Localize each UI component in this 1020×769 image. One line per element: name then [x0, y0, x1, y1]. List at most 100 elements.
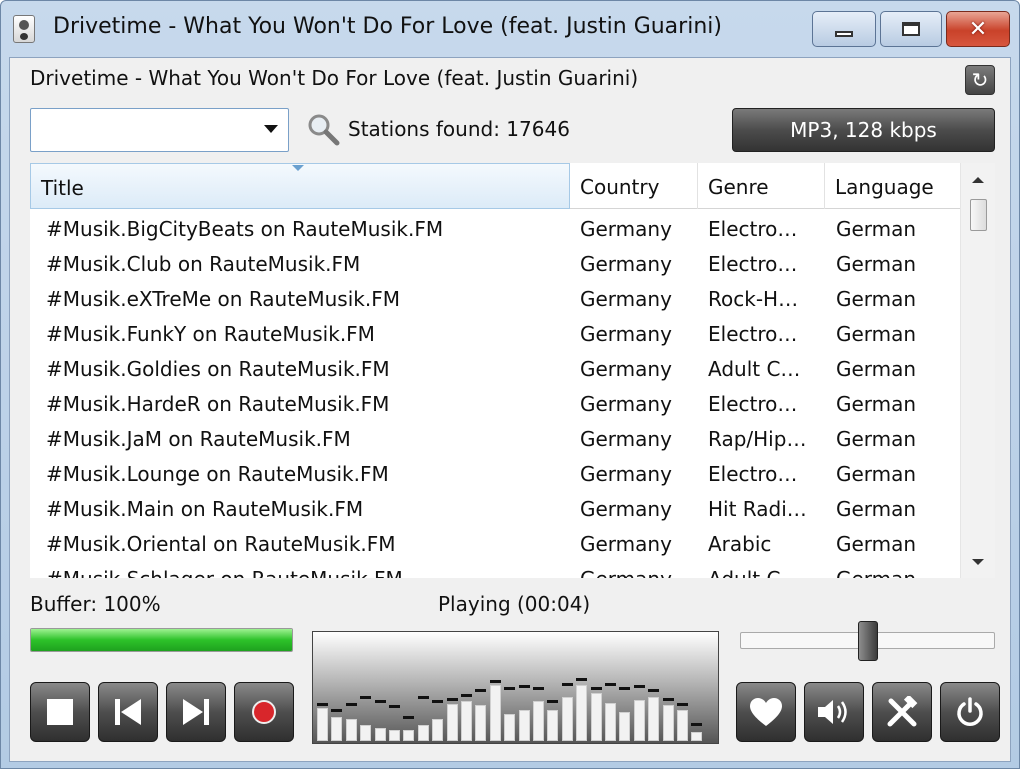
cell-language: German [836, 392, 917, 416]
scroll-down-icon[interactable] [972, 559, 984, 565]
station-row[interactable]: #Musik.Club on RauteMusik.FM Germany Elect… [30, 248, 960, 283]
cell-title: #Musik.Schlager on RauteMusik.FM [46, 567, 566, 578]
cell-genre: Adult C… [708, 567, 818, 578]
cell-genre: Adult C… [708, 357, 801, 381]
spectrum-peak [677, 703, 688, 706]
spectrum-peak [518, 685, 530, 688]
cell-title: #Musik.FunkY on RauteMusik.FM [46, 322, 375, 346]
next-icon [183, 699, 209, 725]
spectrum-bar [360, 725, 372, 741]
list-header: Title Country Genre Language [30, 163, 960, 209]
buffer-label: Buffer: 100% [30, 592, 161, 616]
tools-icon [887, 696, 918, 727]
previous-button[interactable] [98, 682, 158, 742]
spectrum-peak [489, 680, 501, 683]
spectrum-bar [590, 693, 602, 741]
spectrum-bar [432, 719, 444, 741]
cell-country: Germany [580, 357, 672, 381]
spectrum-peak [331, 709, 343, 712]
cell-country: Germany [580, 322, 672, 346]
spectrum-peak [691, 723, 703, 726]
buffer-progress-fill [31, 629, 292, 651]
settings-button[interactable] [872, 682, 932, 742]
stations-found-label: Stations found: 17646 [348, 117, 570, 141]
spectrum-peak [432, 700, 444, 703]
cell-title: #Musik.Club on RauteMusik.FM [46, 252, 361, 276]
station-row[interactable]: #Musik.Main on RauteMusik.FM Germany Hit R… [30, 493, 960, 528]
stop-button[interactable] [30, 682, 90, 742]
cell-country: Germany [580, 392, 672, 416]
refresh-button[interactable]: ↻ [965, 65, 995, 95]
cell-country: Germany [580, 532, 672, 556]
cell-country: Germany [580, 497, 672, 521]
cell-language: German [836, 357, 917, 381]
close-button[interactable]: ✕ [946, 11, 1010, 47]
cell-genre: Arabic [708, 532, 772, 556]
station-row[interactable]: #Musik.Schlager on RauteMusik.FM Germany A… [30, 563, 960, 578]
column-header-country[interactable]: Country [570, 163, 698, 209]
station-row[interactable]: #Musik.BigCityBeats on RauteMusik.FM Germ… [30, 213, 960, 248]
cell-title: #Musik.BigCityBeats on RauteMusik.FM [46, 217, 444, 241]
spectrum-peak [590, 687, 602, 690]
station-row[interactable]: #Musik.Lounge on RauteMusik.FM Germany Ele… [30, 458, 960, 493]
station-list: Title Country Genre Language #Musik.BigC… [30, 163, 995, 578]
spectrum-bar [533, 701, 544, 741]
cell-country: Germany [580, 427, 672, 451]
spectrum-peak [475, 689, 487, 692]
power-icon [957, 697, 983, 726]
spectrum-peak [446, 698, 458, 701]
dropdown-arrow-icon[interactable] [264, 125, 278, 133]
station-row[interactable]: #Musik.JaM on RauteMusik.FM Germany Rap/Hi… [30, 423, 960, 458]
favorite-button[interactable] [736, 682, 796, 742]
cell-language: German [836, 532, 917, 556]
volume-slider[interactable] [740, 621, 995, 661]
main-panel: Drivetime - What You Won't Do For Love (… [9, 57, 1011, 762]
spectrum-peak [533, 687, 544, 690]
column-header-language[interactable]: Language [825, 163, 952, 209]
cell-title: #Musik.Lounge on RauteMusik.FM [46, 462, 389, 486]
spectrum-bar [331, 717, 343, 741]
spectrum-peak [461, 694, 472, 697]
search-combobox[interactable] [30, 108, 289, 152]
power-button[interactable] [940, 682, 1000, 742]
spectrum-bar [475, 705, 487, 741]
volume-slider-thumb[interactable] [858, 621, 878, 661]
station-row[interactable]: #Musik.FunkY on RauteMusik.FM Germany Elec… [30, 318, 960, 353]
record-button[interactable] [234, 682, 294, 742]
vertical-scrollbar[interactable] [960, 163, 995, 578]
now-playing-text: Drivetime - What You Won't Do For Love (… [30, 66, 639, 90]
app-window: Drivetime - What You Won't Do For Love (… [0, 0, 1020, 769]
spectrum-peak [403, 716, 415, 719]
maximize-button[interactable] [880, 11, 942, 47]
spectrum-bar [547, 710, 559, 741]
cell-country: Germany [580, 287, 672, 311]
spectrum-bar [374, 728, 386, 741]
cell-title: #Musik.Goldies on RauteMusik.FM [46, 357, 390, 381]
spectrum-bar [561, 697, 573, 741]
next-button[interactable] [166, 682, 226, 742]
spectrum-bar [417, 725, 429, 741]
spectrum-peak [360, 696, 372, 699]
scroll-up-icon[interactable] [972, 177, 984, 183]
station-row[interactable]: #Musik.eXTreMe on RauteMusik.FM Germany Ro… [30, 283, 960, 318]
station-row[interactable]: #Musik.HardeR on RauteMusik.FM Germany Ele… [30, 388, 960, 423]
spectrum-bar [648, 697, 660, 741]
volume-button[interactable] [804, 682, 864, 742]
spectrum-peak [619, 687, 631, 690]
format-button[interactable]: MP3, 128 kbps [732, 108, 995, 152]
spectrum-peak [374, 700, 386, 703]
spectrum-bar [677, 710, 688, 741]
station-row[interactable]: #Musik.Goldies on RauteMusik.FM Germany Ad… [30, 353, 960, 388]
window-title: Drivetime - What You Won't Do For Love (… [53, 14, 722, 39]
minimize-button[interactable] [812, 11, 876, 47]
cell-country: Germany [580, 217, 672, 241]
minimize-icon [835, 31, 853, 37]
scroll-thumb[interactable] [970, 199, 987, 231]
cell-genre: Rap/Hip… [708, 427, 807, 451]
spectrum-bar [576, 685, 588, 741]
column-header-genre[interactable]: Genre [698, 163, 825, 209]
spectrum-bar [403, 730, 415, 741]
search-icon[interactable] [306, 112, 340, 146]
station-row[interactable]: #Musik.Oriental on RauteMusik.FM Germany A… [30, 528, 960, 563]
cell-genre: Electro… [708, 392, 798, 416]
